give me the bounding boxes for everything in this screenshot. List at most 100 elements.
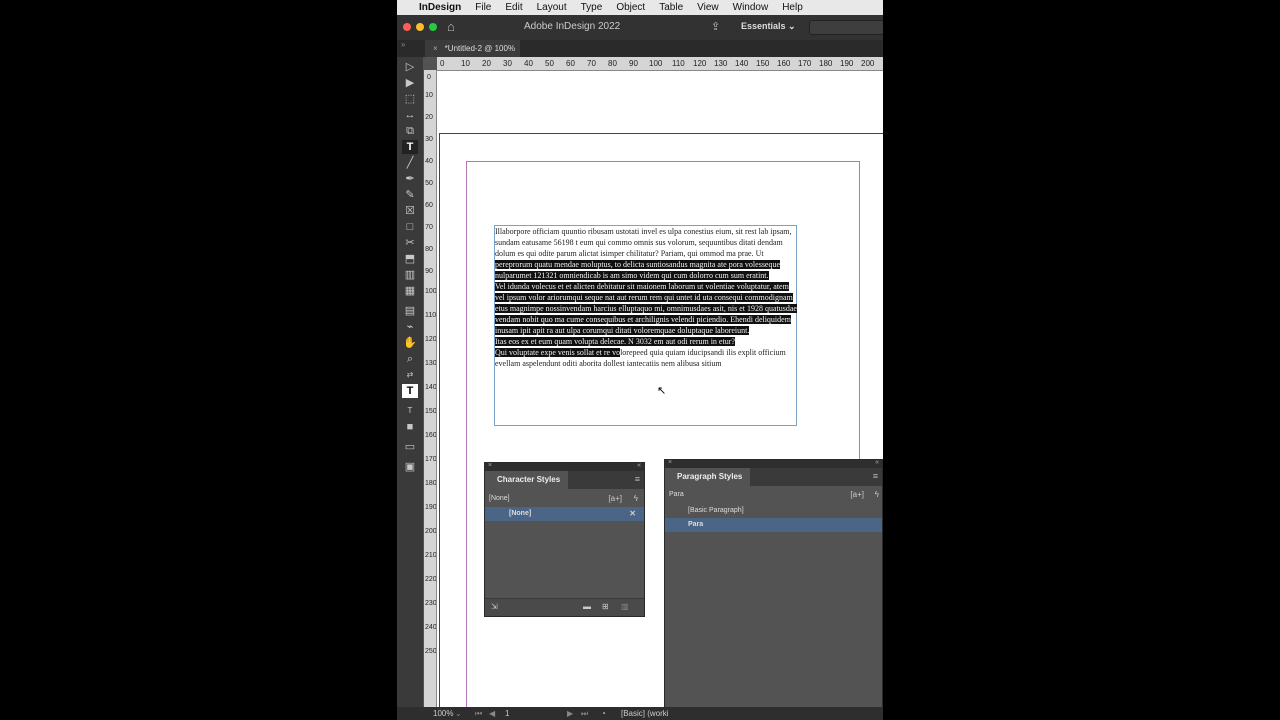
menu-object[interactable]: Object [616,2,645,13]
selected-text: pereprorum quatu mendae moluptus, to del… [495,260,781,280]
lightning-icon[interactable]: ϟ [634,492,638,506]
preflight-profile[interactable]: [Basic] (worki [621,709,669,718]
paragraph: Illaborpore officiam quuntio ribusam ust… [495,226,798,281]
minimize-window-button[interactable] [416,23,424,31]
free-transform-tool-icon[interactable]: ⬒ [402,252,418,266]
workspace-label: Essentials [741,21,786,31]
menu-help[interactable]: Help [782,2,803,13]
tab-paragraph-styles[interactable]: Paragraph Styles [665,468,751,486]
lightning-icon[interactable]: ϟ [875,488,879,502]
panel-footer: ⇲ ▬ ⊞ ▥ [485,598,644,616]
pencil-tool-icon[interactable]: ✎ [402,188,418,202]
page-tool-icon[interactable]: ⬚ [402,92,418,106]
close-panel-icon[interactable]: × [488,462,492,469]
new-style-group-icon[interactable]: [a+] [608,492,622,506]
menu-table[interactable]: Table [659,2,683,13]
gradient-feather-tool-icon[interactable]: ▦ [402,284,418,298]
line-tool-icon[interactable]: ╱ [402,156,418,170]
current-style-label: [None] [a+] ϟ [485,492,644,506]
tab-document[interactable]: × *Untitled-2 @ 100% [425,40,520,57]
new-style-icon[interactable]: ⊞ [602,602,609,611]
default-colors-icon[interactable]: ⇄ [402,368,418,382]
page-number[interactable]: 1 [505,709,509,718]
next-page-icon[interactable]: ▶ [567,709,573,718]
type-tool-icon[interactable]: T [402,140,418,154]
content-collector-icon[interactable]: ⧉ [402,124,418,138]
folder-icon[interactable]: ▬ [583,602,591,611]
gradient-swatch-tool-icon[interactable]: ▥ [402,268,418,282]
menu-edit[interactable]: Edit [505,2,522,13]
trash-icon[interactable]: ▥ [621,602,629,611]
pen-tool-icon[interactable]: ✒ [402,172,418,186]
gap-tool-icon[interactable]: ↔ [402,108,418,122]
first-page-icon[interactable]: ⏮ [475,709,482,719]
home-icon[interactable]: ⌂ [447,19,455,34]
rectangle-tool-icon[interactable]: □ [402,220,418,234]
ruler-label: 80 [608,59,617,68]
normal-mode-icon[interactable]: ▭ [402,440,418,454]
hand-tool-icon[interactable]: ✋ [402,336,418,350]
page-edge [439,133,440,710]
scissors-tool-icon[interactable]: ✂ [402,236,418,250]
panel-menu-icon[interactable]: ≡ [635,474,640,484]
previous-page-icon[interactable]: ◀ [489,709,495,718]
workspace-switcher[interactable]: Essentials ⌄ [741,21,796,32]
tab-character-styles[interactable]: Character Styles [485,471,569,489]
mouse-cursor-icon: ↖ [657,385,667,397]
menu-layout[interactable]: Layout [537,2,567,13]
ruler-label: 180 [819,59,833,68]
close-panel-icon[interactable]: × [668,459,672,466]
panel-menu-icon[interactable]: ≡ [873,471,878,481]
menu-window[interactable]: Window [733,2,769,13]
ruler-label: 20 [482,59,491,68]
ruler-label: 10 [461,59,470,68]
last-page-icon[interactable]: ⏭ [581,709,588,719]
note-tool-icon[interactable]: ▤ [402,304,418,318]
direct-selection-tool-icon[interactable]: ▶ [402,76,418,90]
style-list-item[interactable]: [None] ✕ [485,507,644,521]
indesign-window: InDesign File Edit Layout Type Object Ta… [397,0,883,720]
panel-tab-row: Paragraph Styles ≡ [665,468,882,486]
horizontal-ruler[interactable]: 0 10 20 30 40 50 60 70 80 90 100 110 120… [437,57,883,71]
window-title: Adobe InDesign 2022 [524,21,621,32]
text-story[interactable]: Illaborpore officiam quuntio ribusam ust… [495,226,798,369]
menu-app[interactable]: InDesign [419,2,461,13]
preflight-icon[interactable]: ◔ [601,709,606,718]
document-tab-bar: » × *Untitled-2 @ 100% [397,40,883,57]
vertical-ruler[interactable]: 0 10 20 30 40 50 60 70 80 90 100 110 120… [424,70,437,710]
eyedropper-tool-icon[interactable]: ⌁ [402,320,418,334]
formatting-container-icon[interactable]: T [402,404,418,418]
load-styles-icon[interactable]: ⇲ [491,602,498,611]
collapse-panel-icon[interactable]: « [875,459,879,466]
new-style-group-icon[interactable]: [a+] [850,488,864,502]
selection-tool-icon[interactable]: ▷ [402,60,418,74]
screen-mode-icon[interactable]: ▣ [402,460,418,474]
fill-stroke-icon[interactable]: T [402,384,418,398]
style-list-item[interactable]: Para [665,518,882,532]
apply-color-icon[interactable]: ■ [402,420,418,434]
menu-type[interactable]: Type [581,2,603,13]
ruler-label: 110 [672,59,685,68]
collapse-panel-icon[interactable]: « [637,462,641,469]
chevron-down-icon[interactable]: ⌄ [455,709,462,718]
zoom-window-button[interactable] [429,23,437,31]
share-icon[interactable]: ⇪ [711,20,720,33]
close-window-button[interactable] [403,23,411,31]
collapse-panel-icon[interactable]: » [401,40,405,49]
ruler-label: 30 [425,136,433,143]
ruler-label: 30 [503,59,512,68]
search-input[interactable] [809,20,883,35]
menu-file[interactable]: File [475,2,491,13]
close-tab-icon[interactable]: × [433,44,438,53]
ruler-label: 120 [693,59,707,68]
menu-view[interactable]: View [697,2,719,13]
zoom-level[interactable]: 100% [433,709,453,718]
ruler-label: 250 [425,648,437,655]
clear-override-icon: ✕ [629,509,636,518]
current-style-name: [None] [489,495,510,502]
ruler-label: 40 [425,158,433,165]
rectangle-frame-tool-icon[interactable]: ☒ [402,204,418,218]
text-frame[interactable]: Illaborpore officiam quuntio ribusam ust… [494,225,797,426]
style-list-item[interactable]: [Basic Paragraph] [665,504,882,518]
zoom-tool-icon[interactable]: ⌕ [402,352,418,366]
